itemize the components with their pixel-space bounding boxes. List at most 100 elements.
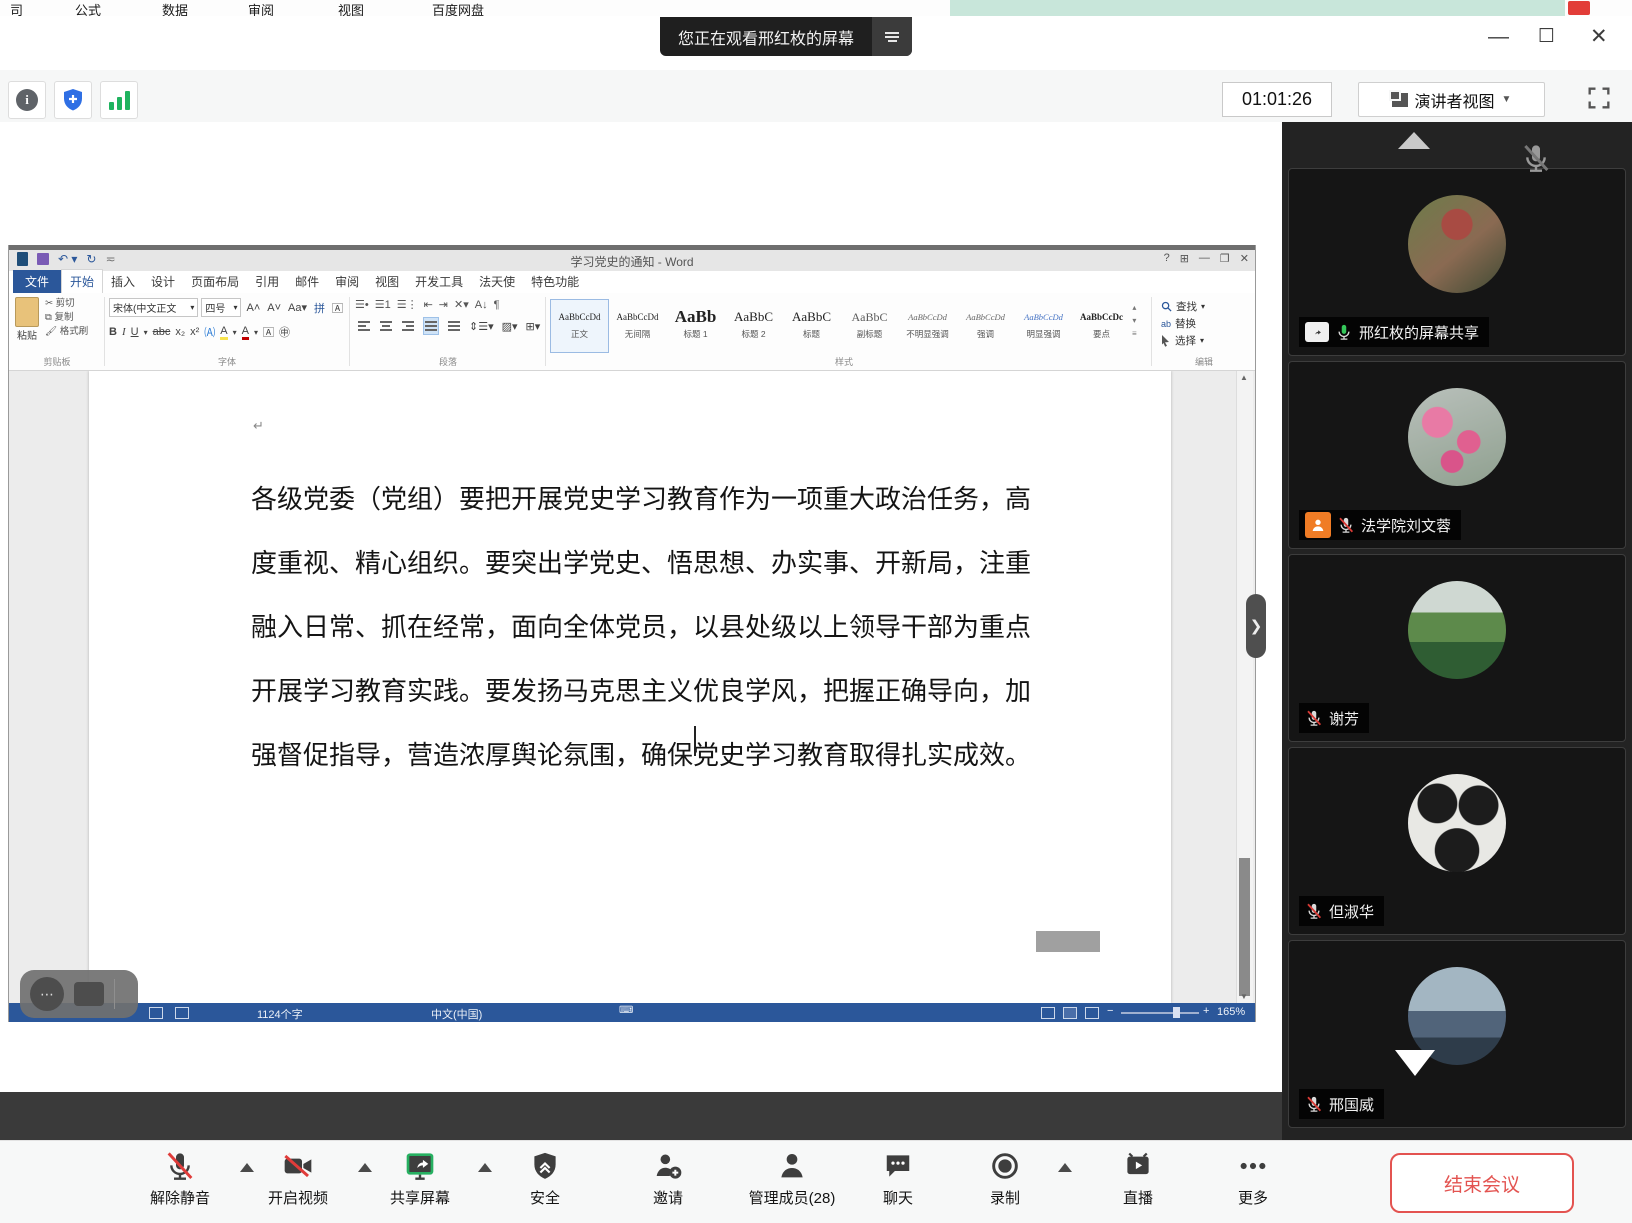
shrink-font-icon[interactable]: A˅ [267,302,281,314]
distribute-icon[interactable] [447,318,461,334]
format-painter-button[interactable]: 🖌 格式刷 [45,325,88,339]
participant-tile[interactable]: 邢国威 [1288,940,1626,1128]
style-strong[interactable]: AaBbCcDc要点 [1072,299,1131,353]
word-restore-button[interactable]: ❐ [1220,252,1230,265]
word-minimize-button[interactable]: — [1199,252,1210,265]
font-name-select[interactable]: 宋体(中文正文▾ [109,298,198,317]
italic-button[interactable]: I [122,326,126,338]
scroll-down-arrow[interactable]: ▼ [1240,992,1248,1001]
sort-icon[interactable]: A↓ [475,299,488,311]
font-color-button[interactable]: A [242,325,249,340]
zoom-out-button[interactable]: − [1107,1005,1113,1017]
fullscreen-button[interactable] [1585,84,1613,112]
encryption-shield-button[interactable] [54,81,92,119]
participant-tile[interactable]: 法学院刘文蓉 [1288,361,1626,549]
multilevel-list-icon[interactable]: ☰⋮ [397,298,418,311]
ribbon-display-button[interactable]: ⊞ [1180,252,1189,265]
bold-button[interactable]: B [109,326,117,338]
floating-meeting-widget[interactable]: ⋯ [20,970,138,1018]
show-marks-icon[interactable]: ¶ [494,299,500,311]
bg-menu-item[interactable]: 数据 [162,0,188,16]
bg-menu-item[interactable]: 审阅 [248,0,274,16]
paste-button[interactable]: 粘贴 [15,297,39,342]
styles-scroll-up[interactable]: ▴ [1132,301,1137,314]
replace-button[interactable]: ab 替换 [1161,316,1196,331]
grow-font-icon[interactable]: A˄ [246,302,260,314]
style-heading2[interactable]: AaBbC标题 2 [724,299,783,353]
toolbar-more[interactable]: 更多 [1193,1147,1313,1208]
zoom-slider[interactable] [1121,1012,1199,1014]
numbered-list-icon[interactable]: ☰1 [375,298,391,311]
banner-menu-button[interactable] [872,17,912,56]
participants-scroll-up-icon[interactable] [1398,132,1430,149]
tab-design[interactable]: 设计 [143,270,183,293]
find-button[interactable]: 查找▾ [1161,299,1205,314]
toolbar-invite[interactable]: 邀请 [608,1147,728,1208]
toolbar-start-video[interactable]: 开启视频 [238,1147,358,1208]
end-meeting-button[interactable]: 结束会议 [1390,1153,1574,1213]
align-right-icon[interactable] [401,318,415,334]
style-no-spacing[interactable]: AaBbCcDd无间隔 [608,299,667,353]
document-text[interactable]: 各级党委（党组）要把开展党史学习教育作为一项重大政治任务，高 度重视、精心组织。… [251,468,1013,788]
tab-view[interactable]: 视图 [367,270,407,293]
style-intense-emphasis[interactable]: AaBbCcDd明显强调 [1014,299,1073,353]
tab-insert[interactable]: 插入 [103,270,143,293]
document-scrollbar[interactable]: ▲ ▼ [1236,371,1253,1003]
styles-more-button[interactable]: ≡ [1132,327,1137,340]
decrease-indent-icon[interactable]: ⇤ [424,298,433,311]
widget-panel-icon[interactable] [74,982,104,1006]
network-signal-button[interactable] [100,81,138,119]
highlight-color-button[interactable]: A [220,325,227,340]
tab-file[interactable]: 文件 [13,270,61,293]
participants-scroll-down-icon[interactable] [1395,1050,1435,1076]
style-title[interactable]: AaBbC标题 [782,299,841,353]
cut-button[interactable]: ✂ 剪切 [45,297,88,311]
toolbar-share-screen[interactable]: 共享屏幕 [360,1147,480,1208]
document-page[interactable]: ↵ 各级党委（党组）要把开展党史学习教育作为一项重大政治任务，高 度重视、精心组… [89,371,1171,1003]
participant-tile[interactable]: 谢芳 [1288,554,1626,742]
style-subtle-emphasis[interactable]: AaBbCcDd不明显强调 [898,299,957,353]
sidebar-collapse-handle[interactable]: ❯ [1246,594,1266,658]
minimize-button[interactable]: — [1488,22,1509,52]
bg-menu-item[interactable]: 视图 [338,0,364,16]
toolbar-record[interactable]: 录制 [945,1147,1065,1208]
bg-menu-item[interactable]: 百度网盘 [432,0,484,16]
toolbar-security[interactable]: 安全 [485,1147,605,1208]
style-subtitle[interactable]: AaBbC副标题 [840,299,899,353]
underline-button[interactable]: U [131,326,139,338]
justify-icon[interactable] [423,317,439,335]
zoom-level[interactable]: 165% [1217,1006,1245,1018]
record-options-caret[interactable] [1058,1163,1072,1172]
scrollbar-thumb[interactable] [1239,858,1250,996]
zoom-in-button[interactable]: + [1203,1005,1209,1017]
view-mode-button[interactable]: 演讲者视图 ▼ [1358,82,1545,117]
page-info-icon[interactable] [149,1007,163,1019]
tab-review[interactable]: 审阅 [327,270,367,293]
bullet-list-icon[interactable]: ☰• [355,298,369,311]
tab-home[interactable]: 开始 [61,269,103,293]
participant-tile[interactable]: 邢红枚的屏幕共享 [1288,168,1626,356]
maximize-button[interactable]: ☐ [1538,22,1555,52]
asian-layout-icon[interactable]: ✕▾ [454,298,469,311]
bg-menu-item[interactable]: 公式 [75,0,101,16]
toolbar-live[interactable]: 直播 [1078,1147,1198,1208]
shading-icon[interactable]: ▨▾ [502,320,518,333]
toolbar-chat[interactable]: 聊天 [838,1147,958,1208]
reactions-icon[interactable]: ⋯ [30,977,64,1011]
phonetic-guide-icon[interactable]: 拼 [314,300,325,316]
tab-special-features[interactable]: 特色功能 [523,270,587,293]
web-layout-icon[interactable] [1085,1007,1099,1019]
print-layout-icon[interactable] [1063,1007,1077,1019]
toolbar-unmute[interactable]: 解除静音 [120,1147,240,1208]
increase-indent-icon[interactable]: ⇥ [439,298,448,311]
proofing-icon[interactable] [175,1007,189,1019]
text-effects-icon[interactable]: 🄐 [204,324,215,340]
character-shading-icon[interactable]: 🄰 [263,324,274,340]
enclose-characters-icon[interactable]: ㊥ [279,324,290,340]
select-button[interactable]: 选择▾ [1161,333,1204,348]
close-button[interactable]: ✕ [1590,22,1608,52]
read-mode-icon[interactable] [1041,1007,1055,1019]
tab-fatianshi[interactable]: 法天使 [471,270,523,293]
tab-developer[interactable]: 开发工具 [407,270,471,293]
help-button[interactable]: ? [1164,252,1170,265]
